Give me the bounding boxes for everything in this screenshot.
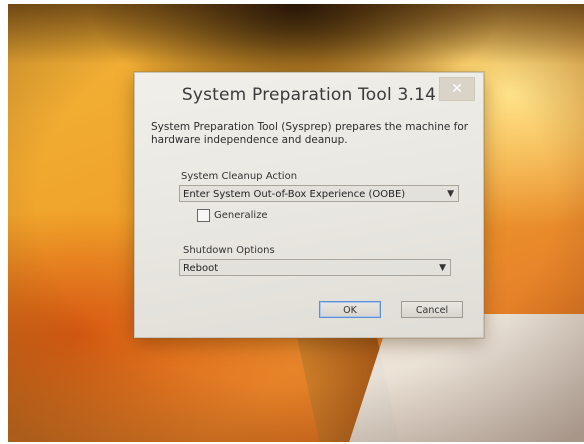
chevron-down-icon: ▼ [439,263,446,273]
close-icon: ✕ [451,81,463,97]
ok-button[interactable]: OK [319,301,381,318]
chevron-down-icon: ▼ [447,189,454,199]
cancel-button[interactable]: Cancel [401,301,463,318]
dialog-description: System Preparation Tool (Sysprep) prepar… [151,121,469,146]
cleanup-action-label: System Cleanup Action [181,171,298,182]
sysprep-dialog: System Preparation Tool 3.14 ✕ System Pr… [134,72,484,338]
shutdown-options-select[interactable]: Reboot ▼ [179,259,451,276]
monitor-top-shadow [8,4,584,64]
close-button[interactable]: ✕ [439,77,475,101]
generalize-checkbox[interactable] [197,209,210,222]
shutdown-options-label: Shutdown Options [183,245,275,256]
generalize-label: Generalize [214,210,268,221]
photo-frame: System Preparation Tool 3.14 ✕ System Pr… [8,4,584,442]
cleanup-action-select[interactable]: Enter System Out-of-Box Experience (OOBE… [179,185,459,202]
dialog-title: System Preparation Tool 3.14 [181,85,437,105]
generalize-row[interactable]: Generalize [197,209,268,222]
cleanup-action-value: Enter System Out-of-Box Experience (OOBE… [183,189,406,200]
shutdown-options-value: Reboot [183,263,219,274]
